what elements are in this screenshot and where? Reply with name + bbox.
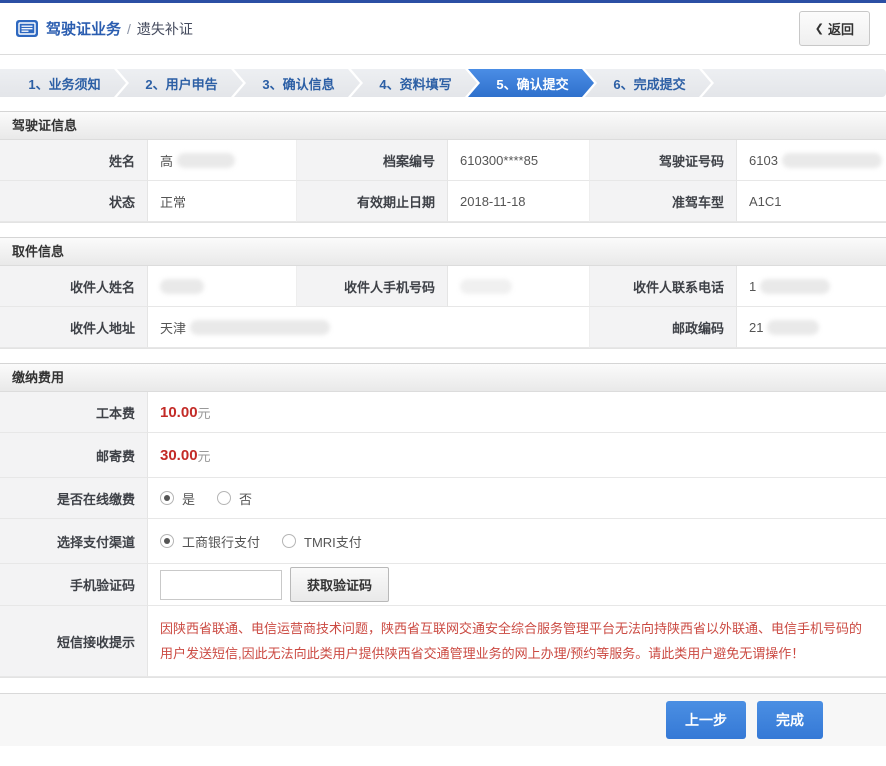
label-license-number: 驾驶证号码 [590,140,737,181]
step-wizard: 1、业务须知 2、用户申告 3、确认信息 4、资料填写 5、确认提交 6、完成提… [0,69,886,97]
back-button-label: 返回 [828,19,854,38]
value-payment-channel: 工商银行支付 TMRI支付 [148,519,886,564]
label-recipient-phone: 收件人联系电话 [590,266,737,307]
label-production-fee: 工本费 [0,392,148,433]
redaction-blur [160,279,204,294]
section-pickup-info: 取件信息 收件人姓名 收件人手机号码 收件人联系电话 1 收件人地址 天津 邮政… [0,237,886,349]
value-recipient-name [148,266,297,307]
value-recipient-phone: 1 [737,266,886,307]
redaction-blur [767,320,819,335]
step-5-confirm-submit[interactable]: 5、确认提交 [468,69,597,97]
label-recipient-mobile: 收件人手机号码 [297,266,448,307]
radio-label-yes[interactable]: 是 [182,489,195,508]
redaction-blur [782,153,882,168]
label-status: 状态 [0,181,148,222]
value-file-number: 610300****85 [448,140,590,181]
section-title-payment: 缴纳费用 [0,363,886,392]
value-recipient-address: 天津 [148,307,590,348]
label-vehicle-class: 准驾车型 [590,181,737,222]
label-sms-code: 手机验证码 [0,564,148,606]
redaction-blur [177,153,235,168]
step-3-confirm-info[interactable]: 3、确认信息 [234,69,363,97]
radio-label-tmri[interactable]: TMRI支付 [304,532,362,551]
value-expiry-date: 2018-11-18 [448,181,590,222]
label-recipient-name: 收件人姓名 [0,266,148,307]
section-license-info: 驾驶证信息 姓名 高 档案编号 610300****85 驾驶证号码 6103 … [0,111,886,223]
redaction-blur [460,279,512,294]
label-name: 姓名 [0,140,148,181]
label-postage-fee: 邮寄费 [0,433,148,478]
step-1-business-notice[interactable]: 1、业务须知 [0,69,129,97]
get-sms-code-button[interactable]: 获取验证码 [290,567,389,602]
finish-button[interactable]: 完成 [757,701,823,739]
label-pay-online: 是否在线缴费 [0,478,148,519]
value-sms-notice: 因陕西省联通、电信运营商技术问题，陕西省互联网交通安全综合服务管理平台无法向持陕… [148,606,886,677]
step-bar-tail [702,69,886,97]
back-chevron-icon: ❮ [815,22,824,35]
breadcrumb-separator: / [127,21,131,37]
radio-channel-icbc[interactable] [160,534,174,548]
step-2-user-declaration[interactable]: 2、用户申告 [117,69,246,97]
radio-label-icbc[interactable]: 工商银行支付 [182,532,260,551]
redaction-blur [760,279,830,294]
previous-step-button[interactable]: 上一步 [666,701,746,739]
label-expiry-date: 有效期止日期 [297,181,448,222]
label-sms-notice: 短信接收提示 [0,606,148,677]
label-file-number: 档案编号 [297,140,448,181]
step-6-complete-submit[interactable]: 6、完成提交 [585,69,714,97]
value-name: 高 [148,140,297,181]
value-sms-code: 获取验证码 [148,564,886,606]
label-recipient-address: 收件人地址 [0,307,148,348]
radio-label-no[interactable]: 否 [239,489,252,508]
page-header: 驾驶证业务 / 遗失补证 ❮ 返回 [0,3,886,55]
value-recipient-mobile [448,266,590,307]
label-payment-channel: 选择支付渠道 [0,519,148,564]
value-postal-code: 21 [737,307,886,348]
back-button[interactable]: ❮ 返回 [799,11,870,46]
value-vehicle-class: A1C1 [737,181,886,222]
radio-channel-tmri[interactable] [282,534,296,548]
section-title-pickup: 取件信息 [0,237,886,266]
section-payment: 缴纳费用 工本费 10.00元 邮寄费 30.00元 是否在线缴费 是 否 选择… [0,363,886,678]
footer-action-bar: 上一步 完成 [0,693,886,746]
sms-notice-text: 因陕西省联通、电信运营商技术问题，陕西省互联网交通安全综合服务管理平台无法向持陕… [160,616,872,666]
license-business-icon [16,20,38,37]
page-title: 驾驶证业务 [46,18,121,39]
section-title-license: 驾驶证信息 [0,111,886,140]
radio-pay-online-yes[interactable] [160,491,174,505]
sms-code-input[interactable] [160,570,282,600]
radio-pay-online-no[interactable] [217,491,231,505]
value-postage-fee: 30.00元 [148,433,886,478]
value-license-number: 6103 [737,140,886,181]
value-production-fee: 10.00元 [148,392,886,433]
label-postal-code: 邮政编码 [590,307,737,348]
value-pay-online: 是 否 [148,478,886,519]
step-4-fill-data[interactable]: 4、资料填写 [351,69,480,97]
value-status: 正常 [148,181,297,222]
breadcrumb-current: 遗失补证 [137,19,193,39]
redaction-blur [190,320,330,335]
